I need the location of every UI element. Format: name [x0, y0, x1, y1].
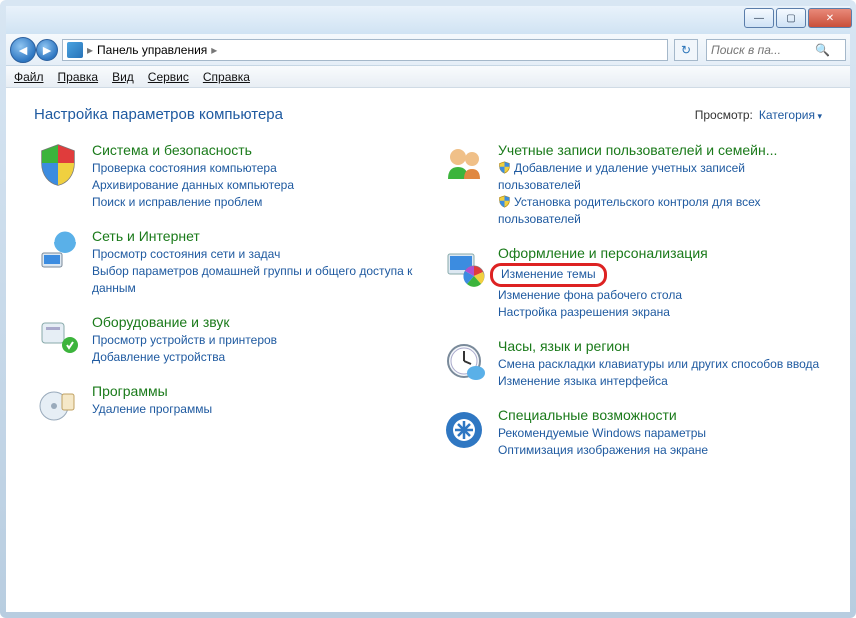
menu-file[interactable]: Файл	[14, 70, 44, 84]
menu-view[interactable]: Вид	[112, 70, 134, 84]
category-ease: Специальные возможностиРекомендуемые Win…	[440, 406, 822, 459]
category-programs: ПрограммыУдаление программы	[34, 382, 416, 430]
category-link[interactable]: Рекомендуемые Windows параметры	[498, 425, 822, 442]
category-link[interactable]: Архивирование данных компьютера	[92, 177, 416, 194]
category-title[interactable]: Специальные возможности	[498, 406, 822, 424]
menu-bar: Файл Правка Вид Сервис Справка	[6, 66, 850, 88]
maximize-button[interactable]: ▢	[776, 8, 806, 28]
category-title[interactable]: Оборудование и звук	[92, 313, 416, 331]
refresh-button[interactable]: ↻	[674, 39, 698, 61]
category-link[interactable]: Изменение языка интерфейса	[498, 373, 822, 390]
category-title[interactable]: Оформление и персонализация	[498, 244, 822, 262]
category-title[interactable]: Учетные записи пользователей и семейн...	[498, 141, 822, 159]
minimize-button[interactable]: —	[744, 8, 774, 28]
users-icon	[440, 141, 488, 189]
breadcrumb-separator: ▸	[87, 43, 93, 57]
category-link[interactable]: Добавление устройства	[92, 349, 416, 366]
ease-icon	[440, 406, 488, 454]
category-appearance: Оформление и персонализацияИзменение тем…	[440, 244, 822, 321]
category-shield: Система и безопасностьПроверка состояния…	[34, 141, 416, 211]
category-column-right: Учетные записи пользователей и семейн...…	[440, 141, 822, 459]
nav-back-button[interactable]: ◄	[10, 37, 36, 63]
menu-help[interactable]: Справка	[203, 70, 250, 84]
titlebar: — ▢ ✕	[6, 6, 850, 34]
hardware-icon	[34, 313, 82, 361]
page-title: Настройка параметров компьютера	[34, 106, 283, 123]
menu-tools[interactable]: Сервис	[148, 70, 189, 84]
window: — ▢ ✕ ◄ ► ▸ Панель управления ▸ ↻ 🔍 Файл…	[0, 0, 856, 618]
category-column-left: Система и безопасностьПроверка состояния…	[34, 141, 416, 459]
category-title[interactable]: Часы, язык и регион	[498, 337, 822, 355]
search-input[interactable]	[711, 43, 811, 57]
category-link[interactable]: Просмотр устройств и принтеров	[92, 332, 416, 349]
nav-forward-button[interactable]: ►	[36, 39, 58, 61]
category-title[interactable]: Система и безопасность	[92, 141, 416, 159]
view-dropdown[interactable]: Категория	[759, 108, 822, 122]
category-link[interactable]: Добавление и удаление учетных записей по…	[498, 160, 822, 194]
category-clock: Часы, язык и регионСмена раскладки клави…	[440, 337, 822, 390]
programs-icon	[34, 382, 82, 430]
uac-shield-icon	[498, 195, 511, 208]
search-icon: 🔍	[815, 43, 830, 57]
category-link[interactable]: Установка родительского контроля для все…	[498, 194, 822, 228]
category-link[interactable]: Просмотр состояния сети и задач	[92, 246, 416, 263]
view-label: Просмотр:	[695, 108, 753, 122]
menu-edit[interactable]: Правка	[58, 70, 99, 84]
category-link[interactable]: Оптимизация изображения на экране	[498, 442, 822, 459]
network-icon	[34, 227, 82, 275]
shield-icon	[34, 141, 82, 189]
breadcrumb-root[interactable]: Панель управления	[97, 43, 207, 57]
category-link[interactable]: Выбор параметров домашней группы и общег…	[92, 263, 416, 297]
category-link[interactable]: Удаление программы	[92, 401, 416, 418]
breadcrumb-separator: ▸	[211, 43, 217, 57]
category-link[interactable]: Изменение фона рабочего стола	[498, 287, 822, 304]
category-link[interactable]: Изменение темы	[498, 263, 822, 287]
address-bar[interactable]: ▸ Панель управления ▸	[62, 39, 668, 61]
uac-shield-icon	[498, 161, 511, 174]
category-link[interactable]: Поиск и исправление проблем	[92, 194, 416, 211]
close-button[interactable]: ✕	[808, 8, 852, 28]
control-panel-icon	[67, 42, 83, 58]
nav-bar: ◄ ► ▸ Панель управления ▸ ↻ 🔍	[6, 34, 850, 66]
category-hardware: Оборудование и звукПросмотр устройств и …	[34, 313, 416, 366]
category-title[interactable]: Сеть и Интернет	[92, 227, 416, 245]
search-box[interactable]: 🔍	[706, 39, 846, 61]
category-link[interactable]: Проверка состояния компьютера	[92, 160, 416, 177]
category-link[interactable]: Настройка разрешения экрана	[498, 304, 822, 321]
category-link[interactable]: Смена раскладки клавиатуры или других сп…	[498, 356, 822, 373]
category-users: Учетные записи пользователей и семейн...…	[440, 141, 822, 228]
content-area: Настройка параметров компьютера Просмотр…	[6, 88, 850, 612]
clock-icon	[440, 337, 488, 385]
category-title[interactable]: Программы	[92, 382, 416, 400]
appearance-icon	[440, 244, 488, 292]
category-network: Сеть и ИнтернетПросмотр состояния сети и…	[34, 227, 416, 297]
